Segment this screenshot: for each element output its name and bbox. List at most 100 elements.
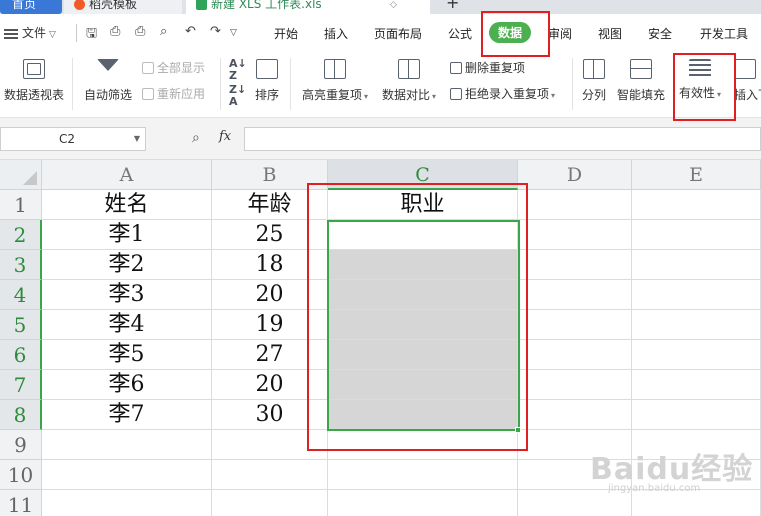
tab-security[interactable]: 安全 xyxy=(648,25,672,42)
cell-b4[interactable]: 20 xyxy=(212,280,328,310)
cell-a8[interactable]: 李7 xyxy=(42,400,212,430)
cell-b6[interactable]: 27 xyxy=(212,340,328,370)
cell-b5[interactable]: 19 xyxy=(212,310,328,340)
cell-c9[interactable] xyxy=(328,430,518,460)
tab-page-layout[interactable]: 页面布局 xyxy=(374,25,422,42)
cell-b2[interactable]: 25 xyxy=(212,220,328,250)
row-header-1[interactable]: 1 xyxy=(0,190,42,220)
cell-b3[interactable]: 18 xyxy=(212,250,328,280)
cell-b9[interactable] xyxy=(212,430,328,460)
insert-dropdown-button[interactable]: 插入下 xyxy=(734,59,761,103)
cell-e8[interactable] xyxy=(632,400,761,430)
tab-template[interactable]: 稻壳模板 xyxy=(64,0,182,14)
row-header-2[interactable]: 2 xyxy=(0,220,42,250)
cell-a5[interactable]: 李4 xyxy=(42,310,212,340)
cell-c8[interactable] xyxy=(328,400,518,430)
cell-a2[interactable]: 李1 xyxy=(42,220,212,250)
tab-formula[interactable]: 公式 xyxy=(448,25,472,42)
tab-start[interactable]: 开始 xyxy=(274,25,298,42)
cell-d7[interactable] xyxy=(518,370,632,400)
save-icon[interactable]: 🖫 xyxy=(86,24,97,46)
cell-d8[interactable] xyxy=(518,400,632,430)
name-box-dropdown-icon[interactable]: ▼ xyxy=(134,128,140,150)
cell-e6[interactable] xyxy=(632,340,761,370)
tab-home[interactable]: 首页 xyxy=(0,0,62,14)
column-header-c[interactable]: C xyxy=(328,160,518,190)
column-header-b[interactable]: B xyxy=(212,160,328,190)
cell-d2[interactable] xyxy=(518,220,632,250)
zoom-search-icon[interactable]: ⌕ xyxy=(192,130,200,146)
quick-access-more-icon[interactable]: ▽ xyxy=(230,28,237,38)
data-compare-button[interactable]: 数据对比 ▾ xyxy=(378,59,440,103)
formula-input[interactable] xyxy=(244,127,761,151)
column-header-e[interactable]: E xyxy=(632,160,761,190)
row-header-10[interactable]: 10 xyxy=(0,460,42,490)
cell-b7[interactable]: 20 xyxy=(212,370,328,400)
cell-a3[interactable]: 李2 xyxy=(42,250,212,280)
cell-c3[interactable] xyxy=(328,250,518,280)
new-tab-button[interactable]: + xyxy=(446,0,459,12)
cell-a9[interactable] xyxy=(42,430,212,460)
cell-c10[interactable] xyxy=(328,460,518,490)
remove-duplicates-button[interactable]: 删除重复项 xyxy=(450,59,525,76)
pivot-table-button[interactable]: 数据透视表 xyxy=(2,59,66,103)
cell-d5[interactable] xyxy=(518,310,632,340)
tab-data[interactable]: 数据 xyxy=(489,22,532,43)
cell-b11[interactable] xyxy=(212,490,328,516)
cell-e3[interactable] xyxy=(632,250,761,280)
cell-c7[interactable] xyxy=(328,370,518,400)
split-columns-button[interactable]: 分列 xyxy=(578,59,610,103)
cell-a7[interactable]: 李6 xyxy=(42,370,212,400)
cell-d3[interactable] xyxy=(518,250,632,280)
tab-review[interactable]: 审阅 xyxy=(548,25,572,42)
cell-b1[interactable]: 年龄 xyxy=(212,190,328,220)
pin-icon[interactable]: ◇ xyxy=(390,0,397,10)
sort-button[interactable]: 排序 xyxy=(252,59,282,103)
column-header-d[interactable]: D xyxy=(518,160,632,190)
export-pdf-icon[interactable]: ⎙ xyxy=(110,24,120,39)
print-icon[interactable]: ⎙ xyxy=(135,24,145,39)
undo-icon[interactable]: ↶ xyxy=(185,24,196,39)
redo-icon[interactable]: ↷ xyxy=(210,24,221,39)
row-header-9[interactable]: 9 xyxy=(0,430,42,460)
cell-c11[interactable] xyxy=(328,490,518,516)
cell-e7[interactable] xyxy=(632,370,761,400)
tab-developer[interactable]: 开发工具 xyxy=(700,25,748,42)
row-header-6[interactable]: 6 xyxy=(0,340,42,370)
cell-e2[interactable] xyxy=(632,220,761,250)
show-all-button[interactable]: 全部显示 xyxy=(142,59,205,76)
reject-duplicate-entry-button[interactable]: 拒绝录入重复项 ▾ xyxy=(450,85,555,102)
data-validity-button[interactable]: 有效性 ▾ xyxy=(676,59,724,101)
cell-d6[interactable] xyxy=(518,340,632,370)
print-preview-icon[interactable]: ⌕ xyxy=(160,24,167,39)
row-header-3[interactable]: 3 xyxy=(0,250,42,280)
cell-b10[interactable] xyxy=(212,460,328,490)
tab-insert[interactable]: 插入 xyxy=(324,25,348,42)
cell-e4[interactable] xyxy=(632,280,761,310)
reapply-button[interactable]: 重新应用 xyxy=(142,85,205,102)
cell-c1[interactable]: 职业 xyxy=(328,190,518,220)
cell-e1[interactable] xyxy=(632,190,761,220)
row-header-8[interactable]: 8 xyxy=(0,400,42,430)
select-all-corner[interactable] xyxy=(0,160,42,190)
sort-az-icon[interactable]: A↓ Z xyxy=(229,58,247,82)
row-header-5[interactable]: 5 xyxy=(0,310,42,340)
cell-d1[interactable] xyxy=(518,190,632,220)
file-menu-button[interactable]: 文件 ▽ xyxy=(4,24,56,41)
cell-a11[interactable] xyxy=(42,490,212,516)
cell-a4[interactable]: 李3 xyxy=(42,280,212,310)
column-header-a[interactable]: A xyxy=(42,160,212,190)
name-box[interactable]: C2 ▼ xyxy=(0,127,146,151)
cell-b8[interactable]: 30 xyxy=(212,400,328,430)
cell-a10[interactable] xyxy=(42,460,212,490)
row-header-7[interactable]: 7 xyxy=(0,370,42,400)
highlight-duplicates-button[interactable]: 高亮重复项 ▾ xyxy=(298,59,372,103)
row-header-4[interactable]: 4 xyxy=(0,280,42,310)
autofilter-button[interactable]: 自动筛选 xyxy=(82,59,134,103)
tab-view[interactable]: 视图 xyxy=(598,25,622,42)
cell-c5[interactable] xyxy=(328,310,518,340)
cell-a6[interactable]: 李5 xyxy=(42,340,212,370)
cell-e5[interactable] xyxy=(632,310,761,340)
fill-handle[interactable] xyxy=(515,427,521,433)
cell-c6[interactable] xyxy=(328,340,518,370)
